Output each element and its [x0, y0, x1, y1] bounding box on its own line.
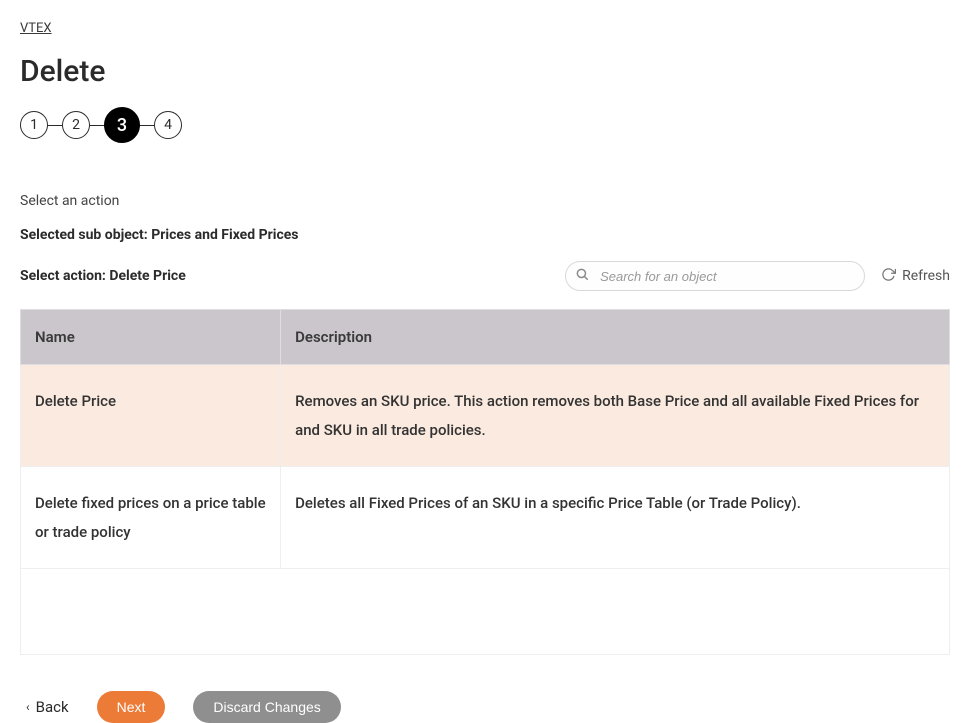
page-title: Delete — [20, 54, 950, 89]
step-1[interactable]: 1 — [20, 111, 48, 139]
col-header-description: Description — [281, 310, 950, 365]
step-line — [90, 125, 104, 126]
step-2[interactable]: 2 — [62, 111, 90, 139]
actions-tbody: Delete PriceRemoves an SKU price. This a… — [21, 365, 950, 655]
step-3[interactable]: 3 — [104, 107, 140, 143]
selected-sub-object: Selected sub object: Prices and Fixed Pr… — [20, 227, 950, 243]
refresh-icon — [881, 267, 896, 286]
refresh-label: Refresh — [902, 268, 950, 284]
row-description: Removes an SKU price. This action remove… — [281, 365, 950, 467]
actions-table: Name Description Delete PriceRemoves an … — [20, 309, 950, 655]
table-row[interactable]: Delete fixed prices on a price table or … — [21, 467, 950, 569]
back-label: Back — [36, 698, 69, 716]
back-button[interactable]: ‹ Back — [26, 698, 69, 716]
table-empty-row — [21, 569, 950, 655]
step-4[interactable]: 4 — [154, 111, 182, 139]
row-name: Delete fixed prices on a price table or … — [21, 467, 281, 569]
col-header-name: Name — [21, 310, 281, 365]
discard-button[interactable]: Discard Changes — [193, 691, 340, 723]
step-line — [140, 125, 154, 126]
search-input[interactable] — [565, 261, 865, 291]
row-description: Deletes all Fixed Prices of an SKU in a … — [281, 467, 950, 569]
select-action-value: Select action: Delete Price — [20, 268, 186, 284]
step-line — [48, 125, 62, 126]
stepper: 1234 — [20, 107, 950, 143]
search-box — [565, 261, 865, 291]
chevron-left-icon: ‹ — [26, 700, 30, 714]
table-row[interactable]: Delete PriceRemoves an SKU price. This a… — [21, 365, 950, 467]
row-name: Delete Price — [21, 365, 281, 467]
select-action-label: Select an action — [20, 193, 950, 209]
next-button[interactable]: Next — [97, 691, 166, 723]
refresh-button[interactable]: Refresh — [881, 267, 950, 286]
breadcrumb-vtex[interactable]: VTEX — [20, 21, 52, 36]
